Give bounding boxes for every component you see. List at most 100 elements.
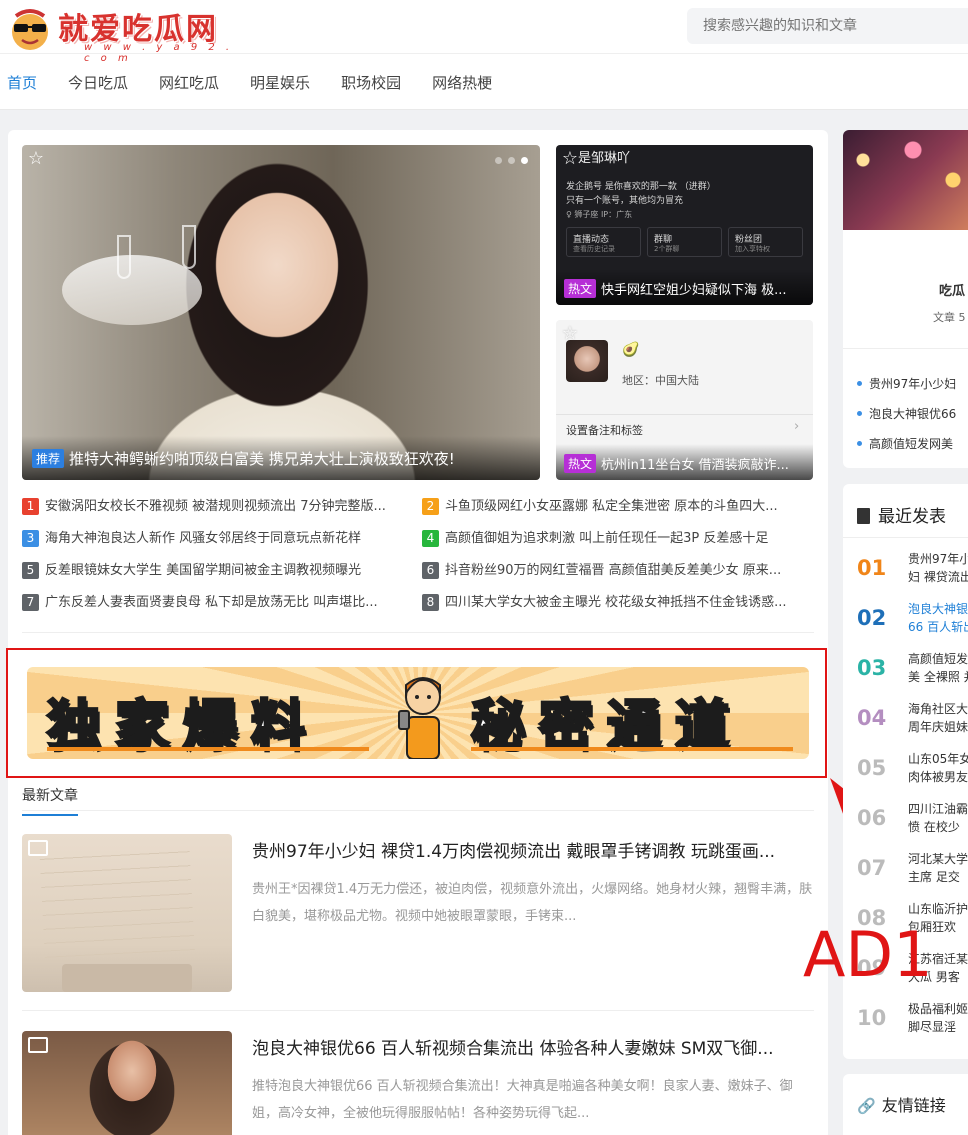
tag-badge: 推荐 xyxy=(32,449,65,468)
divider xyxy=(843,348,968,349)
list-item[interactable]: 8 四川某大学女大被金主曝光 校花级女神抵挡不住金钱诱惑... xyxy=(422,591,814,611)
article-excerpt: 推特泡良大神银优66 百人斩视频合集流出！大神真是啪遍各种美女啊！良家人妻、嫩妹… xyxy=(252,1079,793,1121)
photo-decor xyxy=(62,964,192,992)
article-title[interactable]: 贵州97年小少妇 裸贷1.4万肉偿视频流出 戴眼罩手铐调教 玩跳蛋画... xyxy=(252,837,812,862)
carousel-side-slide-2[interactable]: 🥑 地区：中国大陆 设置备注和标签 › ☆ 热文 杭州in11坐台女 借酒装疯敲诈… xyxy=(556,320,813,480)
star-icon[interactable]: ☆ xyxy=(560,324,580,344)
screenshot-region: 地区：中国大陆 xyxy=(622,374,699,387)
list-item[interactable]: 7 广东反差人妻表面贤妻良母 私下却是放荡无比 叫声堪比... xyxy=(22,591,414,611)
site-logo[interactable]: 就爱吃瓜网 w w w . y a 9 2 . c o m xyxy=(6,4,246,64)
profile-name[interactable]: 吃瓜 xyxy=(939,280,965,299)
image-icon xyxy=(28,840,48,856)
nav-item-celebrity[interactable]: 明星娱乐 xyxy=(243,60,326,104)
rank-number: 07 xyxy=(857,856,887,880)
nav-item-today[interactable]: 今日吃瓜 xyxy=(61,60,144,104)
list-item[interactable]: 3 海角大神泡良达人新作 风骚女邻居终于同意玩点新花样 xyxy=(22,527,414,547)
photo-decor xyxy=(182,225,196,269)
sidebar-link[interactable]: 高颜值短发网美 xyxy=(857,435,953,452)
list-item[interactable]: 07 河北某大学学 主席 足交 xyxy=(857,850,968,894)
list-item[interactable]: 05 山东05年女大 肉体被男友 xyxy=(857,750,968,794)
list-item[interactable]: 4 高颜值御姐为追求刺激 叫上前任现任一起3P 反差感十足 xyxy=(422,527,814,547)
logo-mascot-icon xyxy=(12,9,48,50)
screenshot-box: 群聊 2个群聊 xyxy=(647,227,722,257)
list-item[interactable]: 06 四川江油霸凌 愤 在校少 xyxy=(857,800,968,844)
list-item-title: 抖音粉丝90万的网红萱福晋 高颜值甜美反差美少女 原来... xyxy=(445,563,782,578)
list-item[interactable]: 5 反差眼镜妹女大学生 美国留学期间被金主调教视频曝光 xyxy=(22,559,414,579)
header-divider xyxy=(0,53,968,54)
list-item-title: 高颜值御姐为追求刺激 叫上前任现任一起3P 反差感十足 xyxy=(445,531,769,546)
ad-banner-frame: 独家爆料 秘密通道 xyxy=(6,648,827,778)
screenshot-box: 粉丝团 加入享特权 xyxy=(728,227,803,257)
carousel-caption[interactable]: 推荐 推特大神鳄蜥约啪顶级白富美 携兄弟大壮上演极致狂欢夜! xyxy=(22,436,540,480)
search-input[interactable] xyxy=(687,8,968,44)
carousel-dot-active[interactable] xyxy=(521,157,528,164)
ad-mascot-icon xyxy=(398,677,441,759)
list-item[interactable]: 10 极品福利姬 舔脚尽显淫 xyxy=(857,1000,968,1044)
section-title-text: 友情链接 xyxy=(881,1096,946,1115)
article-thumbnail[interactable] xyxy=(22,1031,232,1135)
rank-number: 04 xyxy=(857,706,887,730)
sidebar-link[interactable]: 贵州97年小少妇 xyxy=(857,375,956,392)
main-nav: 首页 今日吃瓜 网红吃瓜 明星娱乐 职场校园 网络热梗 xyxy=(0,60,516,104)
star-icon[interactable]: ☆ xyxy=(26,149,46,169)
screenshot-name: 是邹琳吖 xyxy=(578,151,631,166)
carousel-caption[interactable]: 热文 快手网红空姐少妇疑似下海 极... xyxy=(556,269,813,305)
article-thumbnail[interactable] xyxy=(22,834,232,992)
section-title-text: 最近发表 xyxy=(878,507,946,527)
carousel-title: 杭州in11坐台女 借酒装疯敲诈... xyxy=(601,458,789,473)
article-card[interactable]: 泡良大神银优66 百人斩视频合集流出 体验各种人妻嫩妹 SM双飞御... 推特泡… xyxy=(22,1031,814,1135)
list-item[interactable]: 04 海角社区大神 周年庆姐妹 xyxy=(857,700,968,744)
star-icon[interactable]: ☆ xyxy=(560,149,580,169)
list-item-title: 四川江油霸凌 愤 在校少 xyxy=(908,802,968,834)
nav-item-influencer[interactable]: 网红吃瓜 xyxy=(152,60,235,104)
rank-badge: 5 xyxy=(22,562,39,579)
list-item-title: 反差眼镜妹女大学生 美国留学期间被金主调教视频曝光 xyxy=(45,563,362,578)
sidebar-section-title: 最近发表 xyxy=(857,502,946,527)
carousel-dot[interactable] xyxy=(495,157,502,164)
profile-banner xyxy=(843,130,968,230)
list-item[interactable]: 02 泡良大神银优66 百人斩出 体验各种 xyxy=(857,600,968,644)
rank-badge: 2 xyxy=(422,498,439,515)
screenshot-text: 发企鹅号 是你喜欢的那一款 （进群） xyxy=(566,182,716,192)
list-item-title: 极品福利姬 舔脚尽显淫 xyxy=(908,1002,968,1034)
screenshot-divider xyxy=(556,414,813,415)
photo-decor xyxy=(39,840,195,958)
list-item[interactable]: 6 抖音粉丝90万的网红萱福晋 高颜值甜美反差美少女 原来... xyxy=(422,559,814,579)
list-item-title: 广东反差人妻表面贤妻良母 私下却是放荡无比 叫声堪比... xyxy=(45,595,378,610)
list-item[interactable]: 1 安徽涡阳女校长不雅视频 被潜规则视频流出 7分钟完整版... xyxy=(22,495,414,515)
list-item-title: 高颜值短发网美 全裸照 并 xyxy=(908,652,968,684)
site-header: 就爱吃瓜网 w w w . y a 9 2 . c o m 首页 今日吃瓜 网红… xyxy=(0,0,968,110)
screenshot-text: 2个群聊 xyxy=(654,245,680,253)
article-excerpt: 贵州王*因裸贷1.4万无力偿还，被迫肉偿，视频意外流出，火爆网络。她身材火辣，翘… xyxy=(252,882,813,924)
rank-number: 06 xyxy=(857,806,887,830)
article-card[interactable]: 贵州97年小少妇 裸贷1.4万肉偿视频流出 戴眼罩手铐调教 玩跳蛋画... 贵州… xyxy=(22,834,814,994)
carousel-dot[interactable] xyxy=(508,157,515,164)
nav-item-campus[interactable]: 职场校园 xyxy=(334,60,417,104)
rank-badge: 1 xyxy=(22,498,39,515)
carousel-dots xyxy=(495,157,528,164)
carousel-caption[interactable]: 热文 杭州in11坐台女 借酒装疯敲诈... xyxy=(556,444,813,480)
sidebar-section-title: 🔗 友情链接 xyxy=(857,1092,946,1116)
carousel-main-slide[interactable]: ☆ 推荐 推特大神鳄蜥约啪顶级白富美 携兄弟大壮上演极致狂欢夜! xyxy=(22,145,540,480)
list-item-title: 海角社区大神 周年庆姐妹 xyxy=(908,702,968,734)
carousel-side-slide-1[interactable]: 是邹琳吖 发企鹅号 是你喜欢的那一款 （进群） 只有一个账号，其他均为冒充 ♀ … xyxy=(556,145,813,305)
photo-decor xyxy=(117,235,131,279)
list-item[interactable]: 03 高颜值短发网美 全裸照 并 xyxy=(857,650,968,694)
article-title[interactable]: 泡良大神银优66 百人斩视频合集流出 体验各种人妻嫩妹 SM双飞御... xyxy=(252,1034,812,1059)
tag-badge: 热文 xyxy=(564,279,597,298)
sidebar-link[interactable]: 泡良大神银优66 xyxy=(857,405,956,422)
nav-item-memes[interactable]: 网络热梗 xyxy=(425,60,508,104)
list-item[interactable]: 2 斗鱼顶级网红小女巫露娜 私定全集泄密 原本的斗鱼四大... xyxy=(422,495,814,515)
photo-decor xyxy=(62,255,202,325)
rank-badge: 7 xyxy=(22,594,39,611)
ad-banner[interactable]: 独家爆料 秘密通道 xyxy=(27,667,809,759)
screenshot-setting: 设置备注和标签 xyxy=(566,424,643,437)
rank-number: 03 xyxy=(857,656,887,680)
list-item[interactable]: 01 贵州97年小少妇 裸贷流出 戴眼罩 xyxy=(857,550,968,594)
avocado-icon: 🥑 xyxy=(622,342,640,358)
nav-item-home[interactable]: 首页 xyxy=(0,60,53,104)
tab-latest-articles[interactable]: 最新文章 xyxy=(22,785,78,816)
image-icon xyxy=(28,1037,48,1053)
main-content: ☆ 推荐 推特大神鳄蜥约啪顶级白富美 携兄弟大壮上演极致狂欢夜! 是邹琳吖 发企鹅… xyxy=(8,130,828,1135)
ad-annotation-label: AD1 xyxy=(803,918,933,991)
